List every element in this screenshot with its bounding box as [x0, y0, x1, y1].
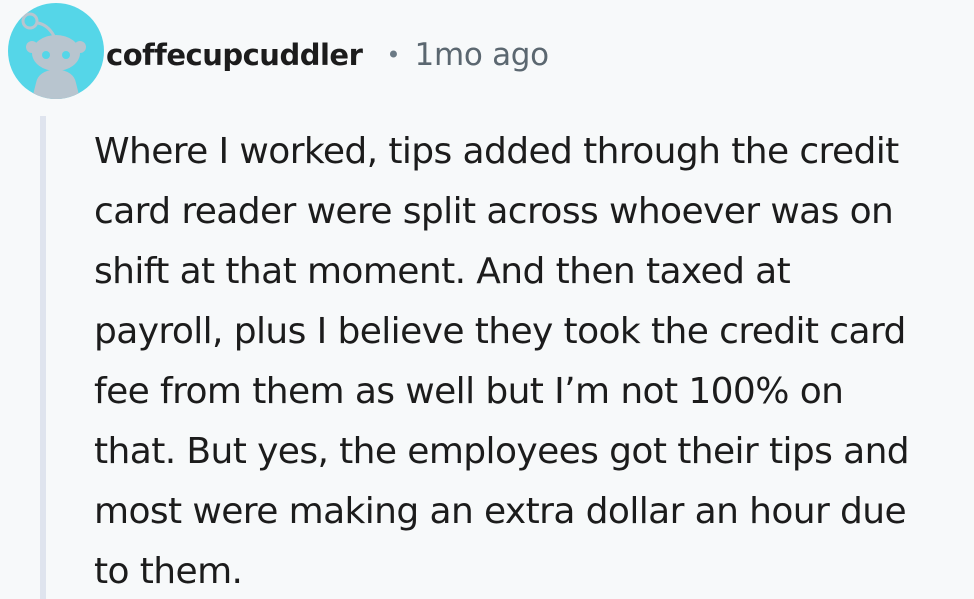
thread-collapse-line[interactable]	[40, 116, 46, 599]
comment-text-line: that. But yes, the employees got their t…	[94, 431, 910, 472]
comment-meta: coffecupcuddler • 1mo ago	[106, 30, 549, 80]
comment-text-line: to them.	[94, 551, 243, 592]
comment-text-line: Where I worked, tips added through the c…	[94, 131, 899, 172]
comment-text-line: most were making an extra dollar an hour…	[94, 491, 907, 532]
comment-text-line: card reader were split across whoever wa…	[94, 191, 894, 232]
timestamp[interactable]: 1mo ago	[415, 37, 550, 73]
username-link[interactable]: coffecupcuddler	[106, 38, 363, 72]
user-avatar[interactable]	[8, 3, 104, 99]
comment-text-line: shift at that moment. And then taxed at	[94, 251, 791, 292]
comment-text-line: fee from them as well but I’m not 100% o…	[94, 371, 844, 412]
separator-dot: •	[386, 41, 401, 69]
comment-body: Where I worked, tips added through the c…	[94, 122, 964, 599]
comment-text-line: payroll, plus I believe they took the cr…	[94, 311, 906, 352]
snoo-avatar-icon	[21, 12, 86, 99]
comment: coffecupcuddler • 1mo ago Where I worked…	[0, 0, 974, 599]
